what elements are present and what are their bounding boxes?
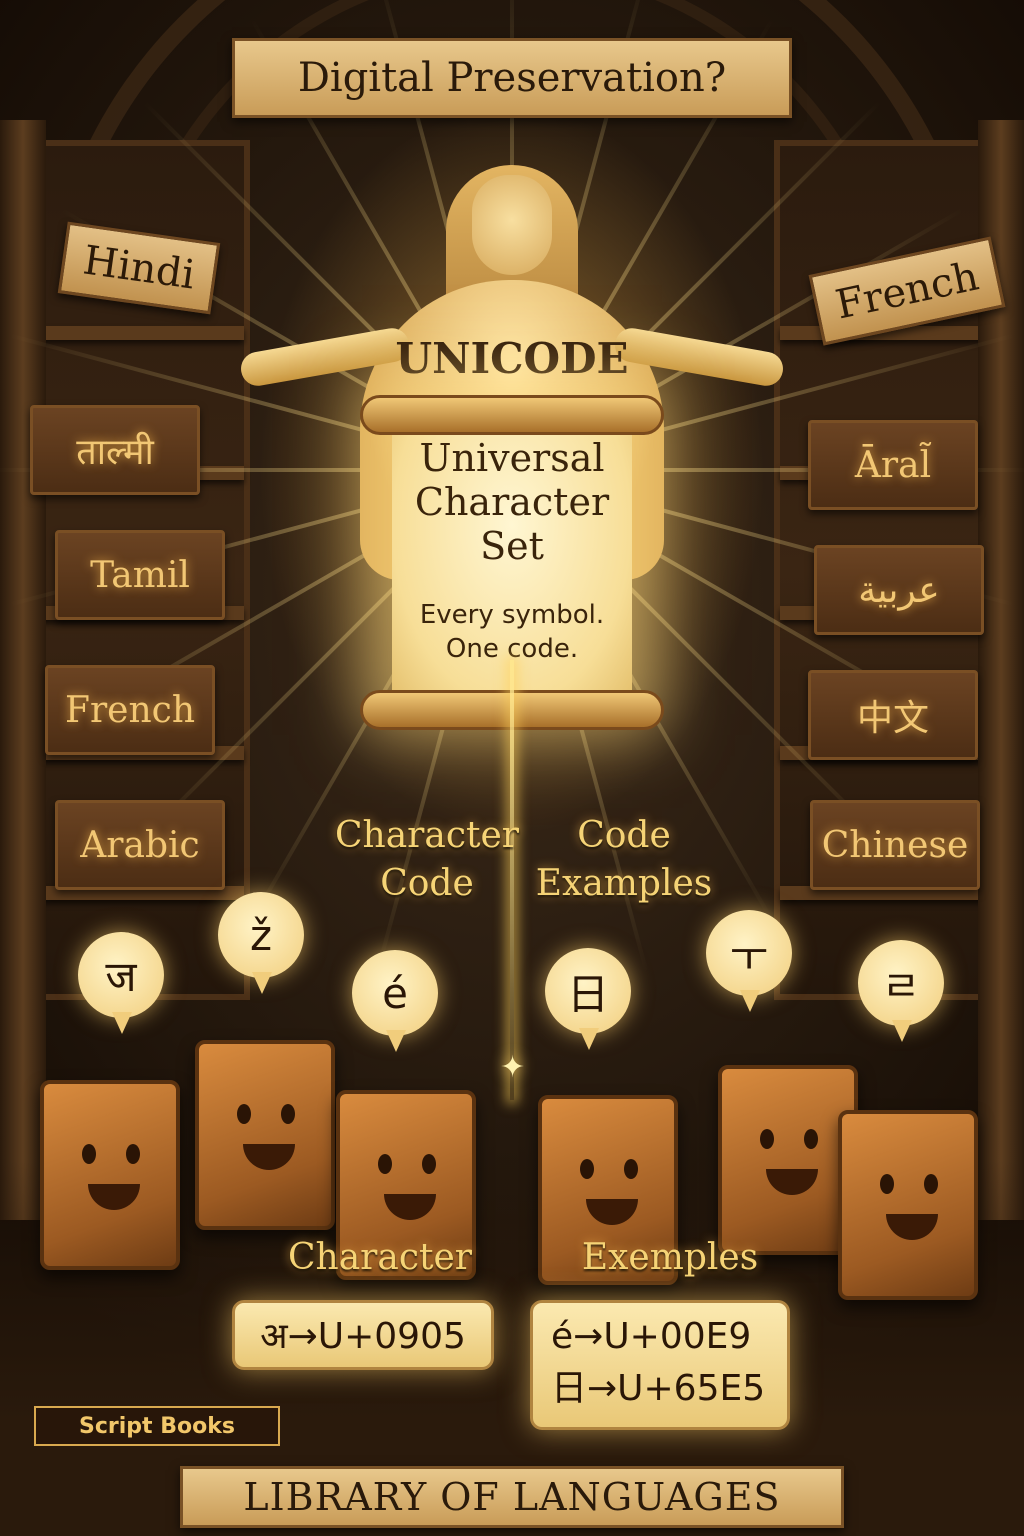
speech-bubble: é	[352, 950, 438, 1052]
code-example-box-left: अ→U+0905	[232, 1300, 494, 1370]
figure-face	[472, 175, 552, 275]
examples-heading: Exemples	[581, 1237, 759, 1278]
right-book-spine: عربية	[814, 545, 984, 635]
script-books-badge: Script Books	[34, 1406, 280, 1446]
speech-bubble: 日	[545, 948, 631, 1050]
title-banner: Digital Preservation?	[232, 38, 792, 118]
scroll-roll-top	[360, 395, 664, 435]
right-book-spine: Āral̃	[808, 420, 978, 510]
book-character	[838, 1110, 978, 1300]
left-book-spine: Tamil	[55, 530, 225, 620]
footer-banner: LIBRARY OF LANGUAGES	[180, 1466, 844, 1528]
right-book-spine: Chinese	[810, 800, 980, 890]
unicode-title: UNICODE	[395, 334, 629, 383]
code-example-box-right: é→U+00E9 日→U+65E5	[530, 1300, 790, 1430]
speech-bubble: ㅜ	[706, 910, 792, 1012]
book-character	[195, 1040, 335, 1230]
illustration-canvas: Digital Preservation? Hindi French ताल्म…	[0, 0, 1024, 1536]
speech-bubble: ž	[218, 892, 304, 994]
left-book-spine: French	[45, 665, 215, 755]
character-code-heading: Character Code	[334, 815, 519, 904]
code-examples-heading: Code Examples	[535, 815, 713, 904]
left-book-spine: ताल्मी	[30, 405, 200, 495]
book-character	[718, 1065, 858, 1255]
character-heading: Character	[287, 1237, 472, 1278]
left-book-spine: Arabic	[55, 800, 225, 890]
sparkle-icon: ✦	[500, 1050, 526, 1085]
scroll-title: Universal Character Set	[414, 436, 610, 568]
speech-bubble: ㄹ	[858, 940, 944, 1042]
stone-pillar-left	[0, 120, 46, 1220]
scroll-tagline: Every symbol. One code.	[419, 600, 605, 664]
speech-bubble: ज	[78, 932, 164, 1034]
book-character	[40, 1080, 180, 1270]
right-book-spine: 中文	[808, 670, 978, 760]
